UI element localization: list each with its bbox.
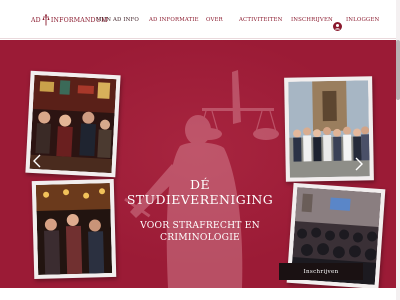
chevron-right-icon[interactable] <box>354 157 364 171</box>
photo-bar-gathering-image <box>29 74 117 174</box>
page-bottom <box>0 288 396 300</box>
site-header: AD INFORMANDUM MIJN AD INFO AD INFORMATI… <box>0 0 400 39</box>
nav-activiteiten[interactable]: ACTIVITEITEN <box>239 16 282 25</box>
scales-of-justice-icon <box>42 14 50 26</box>
user-avatar-icon <box>333 16 342 31</box>
hero-headline: DÉ STUDIEVERENIGING <box>125 177 275 208</box>
nav-mijn-ad-info[interactable]: MIJN AD INFO <box>96 16 139 25</box>
signup-button[interactable]: Inschrijven <box>279 263 363 280</box>
login-button[interactable]: INLOGGEN <box>333 14 380 31</box>
nav-over[interactable]: OVER <box>206 16 223 25</box>
scrollbar-thumb[interactable] <box>396 40 400 100</box>
chevron-left-icon[interactable] <box>32 154 42 168</box>
hero-headline-line2: STUDIEVERENIGING <box>126 192 274 207</box>
photo-party-crowd-image <box>35 183 113 275</box>
hero-subline: VOOR STRAFRECHT EN CRIMINOLOGIE <box>120 220 280 244</box>
nav-inschrijven[interactable]: INSCHRIJVEN <box>291 16 333 25</box>
login-label: INLOGGEN <box>346 17 380 23</box>
photo-party-crowd <box>31 178 117 280</box>
hero-headline-line1: DÉ <box>190 177 210 192</box>
page-scrollbar[interactable] <box>396 0 400 300</box>
lady-justice-statue-image <box>124 70 279 288</box>
hero-section: DÉ STUDIEVERENIGING VOOR STRAFRECHT EN C… <box>0 40 396 288</box>
hero-subline-line2: CRIMINOLOGIE <box>160 232 240 243</box>
hero-subline-line1: VOOR STRAFRECHT EN <box>140 220 260 231</box>
nav-ad-informatie[interactable]: AD INFORMATIE <box>149 16 199 25</box>
logo-text-left: AD <box>31 16 41 24</box>
